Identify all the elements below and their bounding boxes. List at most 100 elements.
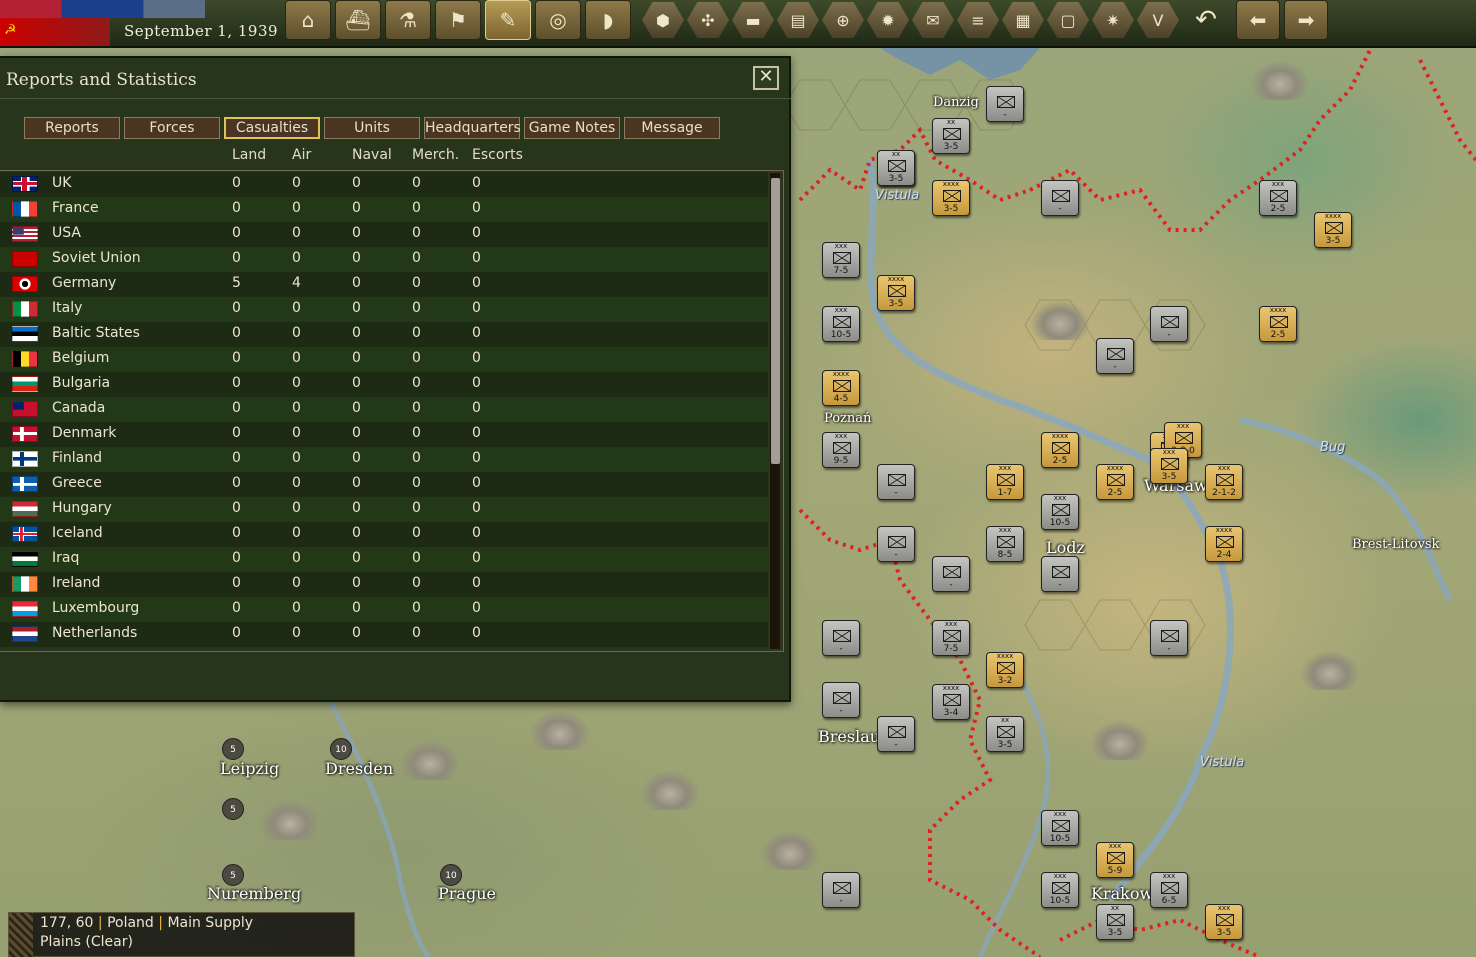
- unit-counter[interactable]: -: [1041, 180, 1079, 216]
- unit-counter[interactable]: -: [877, 526, 915, 562]
- unit-counter[interactable]: xxx 6-5: [1150, 872, 1188, 908]
- unit-counter[interactable]: xxx 7-5: [822, 242, 860, 278]
- table-row[interactable]: Iraq 0 0 0 0 0: [0, 547, 768, 572]
- city-label[interactable]: Breslau: [818, 727, 880, 746]
- unit-counter[interactable]: xxx 10-5: [1041, 494, 1079, 530]
- table-row[interactable]: Iceland 0 0 0 0 0: [0, 522, 768, 547]
- unit-counter[interactable]: -: [986, 86, 1024, 122]
- tank-filter-button[interactable]: ▬: [732, 2, 774, 38]
- unit-counter[interactable]: xxx 2-5: [1259, 180, 1297, 216]
- reports-button[interactable]: ✎: [485, 0, 531, 40]
- unit-counter[interactable]: -: [822, 682, 860, 718]
- column-header[interactable]: Air: [292, 147, 311, 163]
- table-row[interactable]: Greece 0 0 0 0 0: [0, 472, 768, 497]
- production-button[interactable]: ⌂: [285, 0, 331, 40]
- unit-counter[interactable]: xxxx 3-5: [1314, 212, 1352, 248]
- column-header[interactable]: Merch.: [412, 147, 459, 163]
- table-row[interactable]: Italy 0 0 0 0 0: [0, 297, 768, 322]
- unit-counter[interactable]: -: [1096, 338, 1134, 374]
- city-label[interactable]: Krakow: [1091, 884, 1153, 903]
- table-row[interactable]: Bulgaria 0 0 0 0 0: [0, 372, 768, 397]
- table-row[interactable]: Hungary 0 0 0 0 0: [0, 497, 768, 522]
- tab-message[interactable]: Message: [624, 117, 720, 139]
- unit-counter[interactable]: -: [822, 620, 860, 656]
- column-header[interactable]: Land: [232, 147, 266, 163]
- unit-counter[interactable]: xxx 10-5: [1041, 872, 1079, 908]
- tab-game-notes[interactable]: Game Notes: [524, 117, 620, 139]
- unit-counter[interactable]: xxx 1-7: [986, 464, 1024, 500]
- unit-counter[interactable]: xxx 10-5: [822, 306, 860, 342]
- unit-counter[interactable]: -: [1150, 306, 1188, 342]
- unit-counter[interactable]: xx 3-5: [1096, 904, 1134, 940]
- city-label[interactable]: Brest-Litovsk: [1352, 537, 1439, 552]
- unit-counter[interactable]: xx 3-5: [877, 150, 915, 186]
- unit-counter[interactable]: -: [932, 556, 970, 592]
- unit-counter[interactable]: xxxx 3-2: [986, 652, 1024, 688]
- tab-forces[interactable]: Forces: [124, 117, 220, 139]
- scrollbar[interactable]: [769, 172, 781, 650]
- table-row[interactable]: Ireland 0 0 0 0 0: [0, 572, 768, 597]
- unit-counter[interactable]: xxx 3-5: [1150, 448, 1188, 484]
- unit-counter[interactable]: xxxx 3-5: [932, 180, 970, 216]
- table-row[interactable]: Finland 0 0 0 0 0: [0, 447, 768, 472]
- unit-counter[interactable]: xxxx 2-5: [1041, 432, 1079, 468]
- unit-counter[interactable]: xxxx 2-5: [1096, 464, 1134, 500]
- victory-filter-button[interactable]: V: [1137, 2, 1179, 38]
- unit-counter[interactable]: xxx 3-5: [1205, 904, 1243, 940]
- unit-counter[interactable]: xx 3-5: [932, 118, 970, 154]
- table-row[interactable]: Soviet Union 0 0 0 0 0: [0, 247, 768, 272]
- terrain-filter-button[interactable]: ⬢: [642, 2, 684, 38]
- close-button[interactable]: ✕: [753, 66, 779, 90]
- unit-counter[interactable]: -: [1150, 620, 1188, 656]
- intelligence-button[interactable]: ◎: [535, 0, 581, 40]
- rail-filter-button[interactable]: ≡: [957, 2, 999, 38]
- table-row[interactable]: Belgium 0 0 0 0 0: [0, 347, 768, 372]
- unit-counter[interactable]: xxxx 3-5: [877, 275, 915, 311]
- unit-counter[interactable]: -: [1041, 556, 1079, 592]
- table-row[interactable]: Netherlands 0 0 0 0 0: [0, 622, 768, 647]
- city-label[interactable]: Prague: [438, 884, 496, 903]
- undo-button[interactable]: ↶: [1186, 0, 1226, 40]
- combat-filter-button[interactable]: ✷: [1092, 2, 1134, 38]
- unit-counter[interactable]: xxxx 2-4: [1205, 526, 1243, 562]
- unit-counter[interactable]: xxx 8-5: [986, 526, 1024, 562]
- tab-casualties[interactable]: Casualties: [224, 117, 320, 139]
- objectives-button[interactable]: ⚑: [435, 0, 481, 40]
- table-row[interactable]: USA 0 0 0 0 0: [0, 222, 768, 247]
- resource-badge[interactable]: 10: [330, 738, 352, 760]
- unit-counter[interactable]: xx 3-5: [986, 716, 1024, 752]
- research-button[interactable]: ⚗: [385, 0, 431, 40]
- resource-badge[interactable]: 5: [222, 798, 244, 820]
- resource-badge[interactable]: 5: [222, 864, 244, 886]
- unit-filter-button[interactable]: ✉: [912, 2, 954, 38]
- table-row[interactable]: Canada 0 0 0 0 0: [0, 397, 768, 422]
- resource-badge[interactable]: 10: [440, 864, 462, 886]
- unit-counter[interactable]: xxx 5-9: [1096, 842, 1134, 878]
- table-row[interactable]: UK 0 0 0 0 0: [0, 172, 768, 197]
- unit-counter[interactable]: xxx 10-5: [1041, 810, 1079, 846]
- city-label[interactable]: Nuremberg: [207, 884, 301, 903]
- scrollbar-thumb[interactable]: [771, 178, 780, 464]
- supply-filter-button[interactable]: ▤: [777, 2, 819, 38]
- tab-reports[interactable]: Reports: [24, 117, 120, 139]
- city-label[interactable]: Leipzig: [220, 759, 279, 778]
- tab-units[interactable]: Units: [324, 117, 420, 139]
- table-row[interactable]: Luxembourg 0 0 0 0 0: [0, 597, 768, 622]
- unit-counter[interactable]: -: [822, 872, 860, 908]
- unit-counter[interactable]: xxx 7-5: [932, 620, 970, 656]
- previous-button[interactable]: ⬅: [1236, 0, 1280, 40]
- unit-counter[interactable]: xxx 9-5: [822, 432, 860, 468]
- units-button[interactable]: ◗: [585, 0, 631, 40]
- tab-headquarters[interactable]: Headquarters: [424, 117, 521, 139]
- resource-badge[interactable]: 5: [222, 738, 244, 760]
- column-header[interactable]: Naval: [352, 147, 392, 163]
- frame-filter-button[interactable]: ▢: [1047, 2, 1089, 38]
- unit-counter[interactable]: xxxx 2-5: [1259, 306, 1297, 342]
- weather-filter-button[interactable]: ✹: [867, 2, 909, 38]
- unit-counter[interactable]: xxxx 3-4: [932, 684, 970, 720]
- unit-counter[interactable]: xxx 2-1-2: [1205, 464, 1243, 500]
- resources-filter-button[interactable]: ✣: [687, 2, 729, 38]
- unit-counter[interactable]: -: [877, 716, 915, 752]
- next-button[interactable]: ➡: [1284, 0, 1328, 40]
- diplomacy-button[interactable]: ⛴: [335, 0, 381, 40]
